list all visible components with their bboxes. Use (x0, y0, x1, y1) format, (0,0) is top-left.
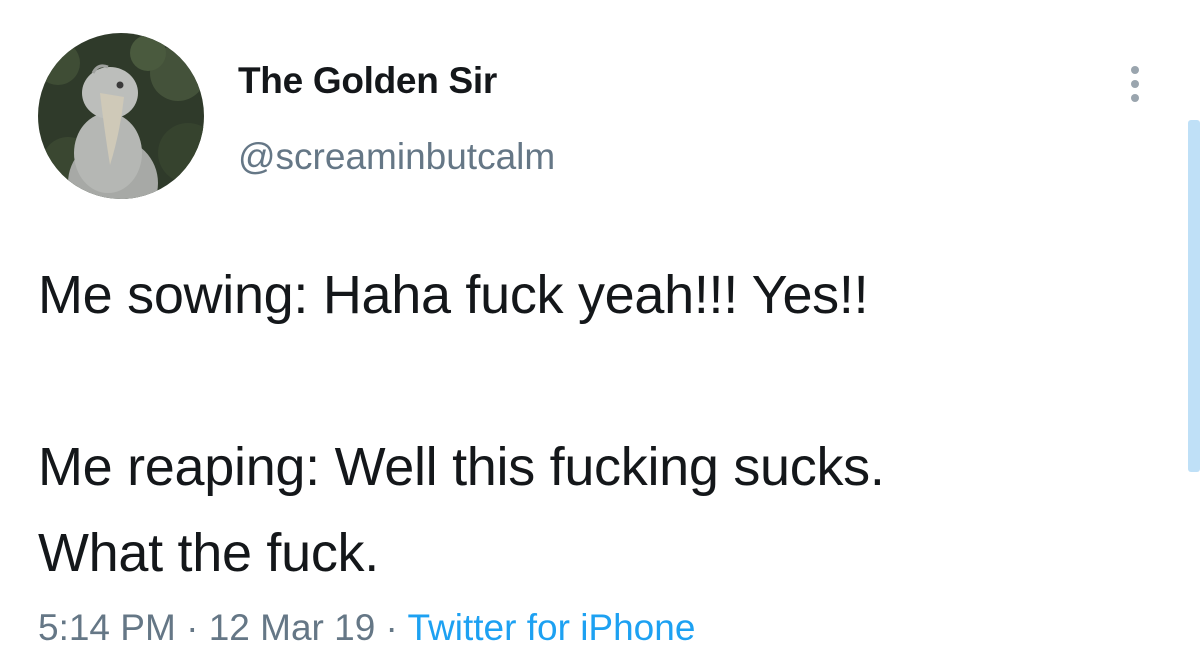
tweet-time[interactable]: 5:14 PM (38, 607, 176, 648)
tweet-source-link[interactable]: Twitter for iPhone (408, 607, 696, 648)
display-name[interactable]: The Golden Sir (238, 60, 497, 102)
meta-separator: · (175, 607, 209, 648)
user-handle[interactable]: @screaminbutcalm (238, 136, 555, 178)
tweet-line-wtf: What the fuck. (38, 523, 379, 583)
tweet-date[interactable]: 12 Mar 19 (209, 607, 376, 648)
tweet-text: Me sowing: Haha fuck yeah!!! Yes!! Me re… (38, 252, 1158, 596)
meta-separator: · (375, 607, 408, 648)
more-vertical-icon[interactable] (1122, 62, 1148, 106)
tweet-line-reaping: Me reaping: Well this fucking sucks. (38, 437, 885, 497)
scrollbar[interactable] (1188, 120, 1200, 472)
tweet-card: The Golden Sir @screaminbutcalm Me sowin… (0, 0, 1200, 668)
tweet-line-sowing: Me sowing: Haha fuck yeah!!! Yes!! (38, 265, 869, 325)
shoebill-bird-avatar-icon (38, 33, 204, 199)
avatar[interactable] (38, 33, 204, 199)
tweet-metadata: 5:14 PM · 12 Mar 19 · Twitter for iPhone (38, 607, 695, 649)
